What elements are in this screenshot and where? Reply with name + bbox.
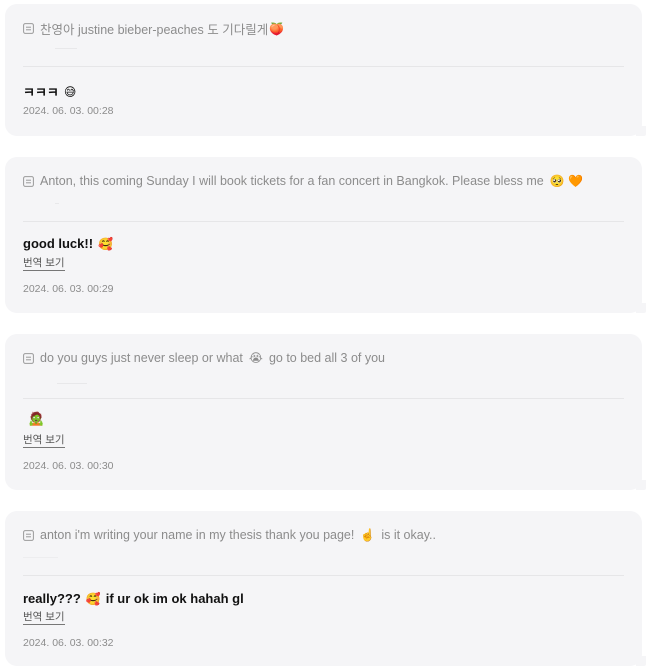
translate-link[interactable]: 번역 보기	[23, 257, 65, 271]
answer-tail: if ur ok im ok hahah gl	[105, 591, 244, 606]
question-text: anton i'm writing your name in my thesis…	[40, 528, 355, 542]
question-row: 찬영아 justine bieber-peaches 도 기다릴게 🍑	[23, 19, 628, 38]
qa-card: 찬영아 justine bieber-peaches 도 기다릴게 🍑 ㅋㅋㅋ …	[5, 4, 646, 136]
translate-link[interactable]: 번역 보기	[23, 434, 65, 448]
divider	[57, 383, 87, 384]
post-date: 2024. 06. 03. 00:29	[23, 283, 114, 295]
question-row: Anton, this coming Sunday I will book ti…	[23, 174, 628, 188]
message-icon	[23, 529, 34, 541]
question-tail: go to bed all 3 of you	[268, 351, 385, 365]
divider	[23, 398, 624, 399]
peach-emoji: 🍑	[269, 21, 285, 36]
divider	[23, 66, 624, 67]
question-row: do you guys just never sleep or what 😭 g…	[23, 351, 628, 365]
answer-label: really???	[23, 591, 81, 606]
sweat-smile-emoji: 😅	[63, 84, 77, 99]
qa-feed: 찬영아 justine bieber-peaches 도 기다릴게 🍑 ㅋㅋㅋ …	[0, 0, 652, 672]
post-date: 2024. 06. 03. 00:30	[23, 460, 114, 472]
divider	[55, 203, 59, 204]
answer-text: really??? 🥰 if ur ok im ok hahah gl	[23, 591, 244, 606]
smiling-hearts-emoji: 🥰	[85, 591, 101, 606]
post-date: 2024. 06. 03. 00:28	[23, 105, 114, 117]
divider	[23, 575, 624, 576]
answer-label: good luck!!	[23, 236, 94, 251]
crying-emoji: 😭	[248, 351, 263, 365]
answer-label: ㅋㅋㅋ	[23, 85, 59, 100]
qa-card: Anton, this coming Sunday I will book ti…	[5, 157, 646, 313]
divider	[23, 221, 624, 222]
answer-text: 🧟	[23, 412, 44, 425]
divider	[23, 557, 58, 558]
message-icon	[23, 23, 34, 34]
question-row: anton i'm writing your name in my thesis…	[23, 528, 628, 542]
pointing-up-emoji: ☝️	[360, 528, 376, 542]
qa-card: do you guys just never sleep or what 😭 g…	[5, 334, 646, 490]
message-icon	[23, 175, 34, 187]
qa-card: anton i'm writing your name in my thesis…	[5, 511, 646, 666]
message-icon	[23, 352, 34, 364]
post-date: 2024. 06. 03. 00:32	[23, 637, 114, 649]
zombie-emoji: 🧟	[28, 411, 45, 426]
question-text: 찬영아 justine bieber-peaches 도 기다릴게	[40, 23, 269, 37]
translate-link[interactable]: 번역 보기	[23, 611, 65, 625]
question-text: do you guys just never sleep or what	[40, 351, 243, 365]
answer-text: ㅋㅋㅋ 😅	[23, 82, 76, 101]
divider	[55, 48, 77, 49]
question-tail: is it okay..	[381, 528, 436, 542]
answer-text: good luck!! 🥰	[23, 236, 113, 251]
question-text: Anton, this coming Sunday I will book ti…	[40, 174, 544, 188]
smiling-hearts-emoji: 🥰	[98, 236, 113, 251]
pleading-heart-emoji: 🥺 🧡	[549, 174, 583, 188]
